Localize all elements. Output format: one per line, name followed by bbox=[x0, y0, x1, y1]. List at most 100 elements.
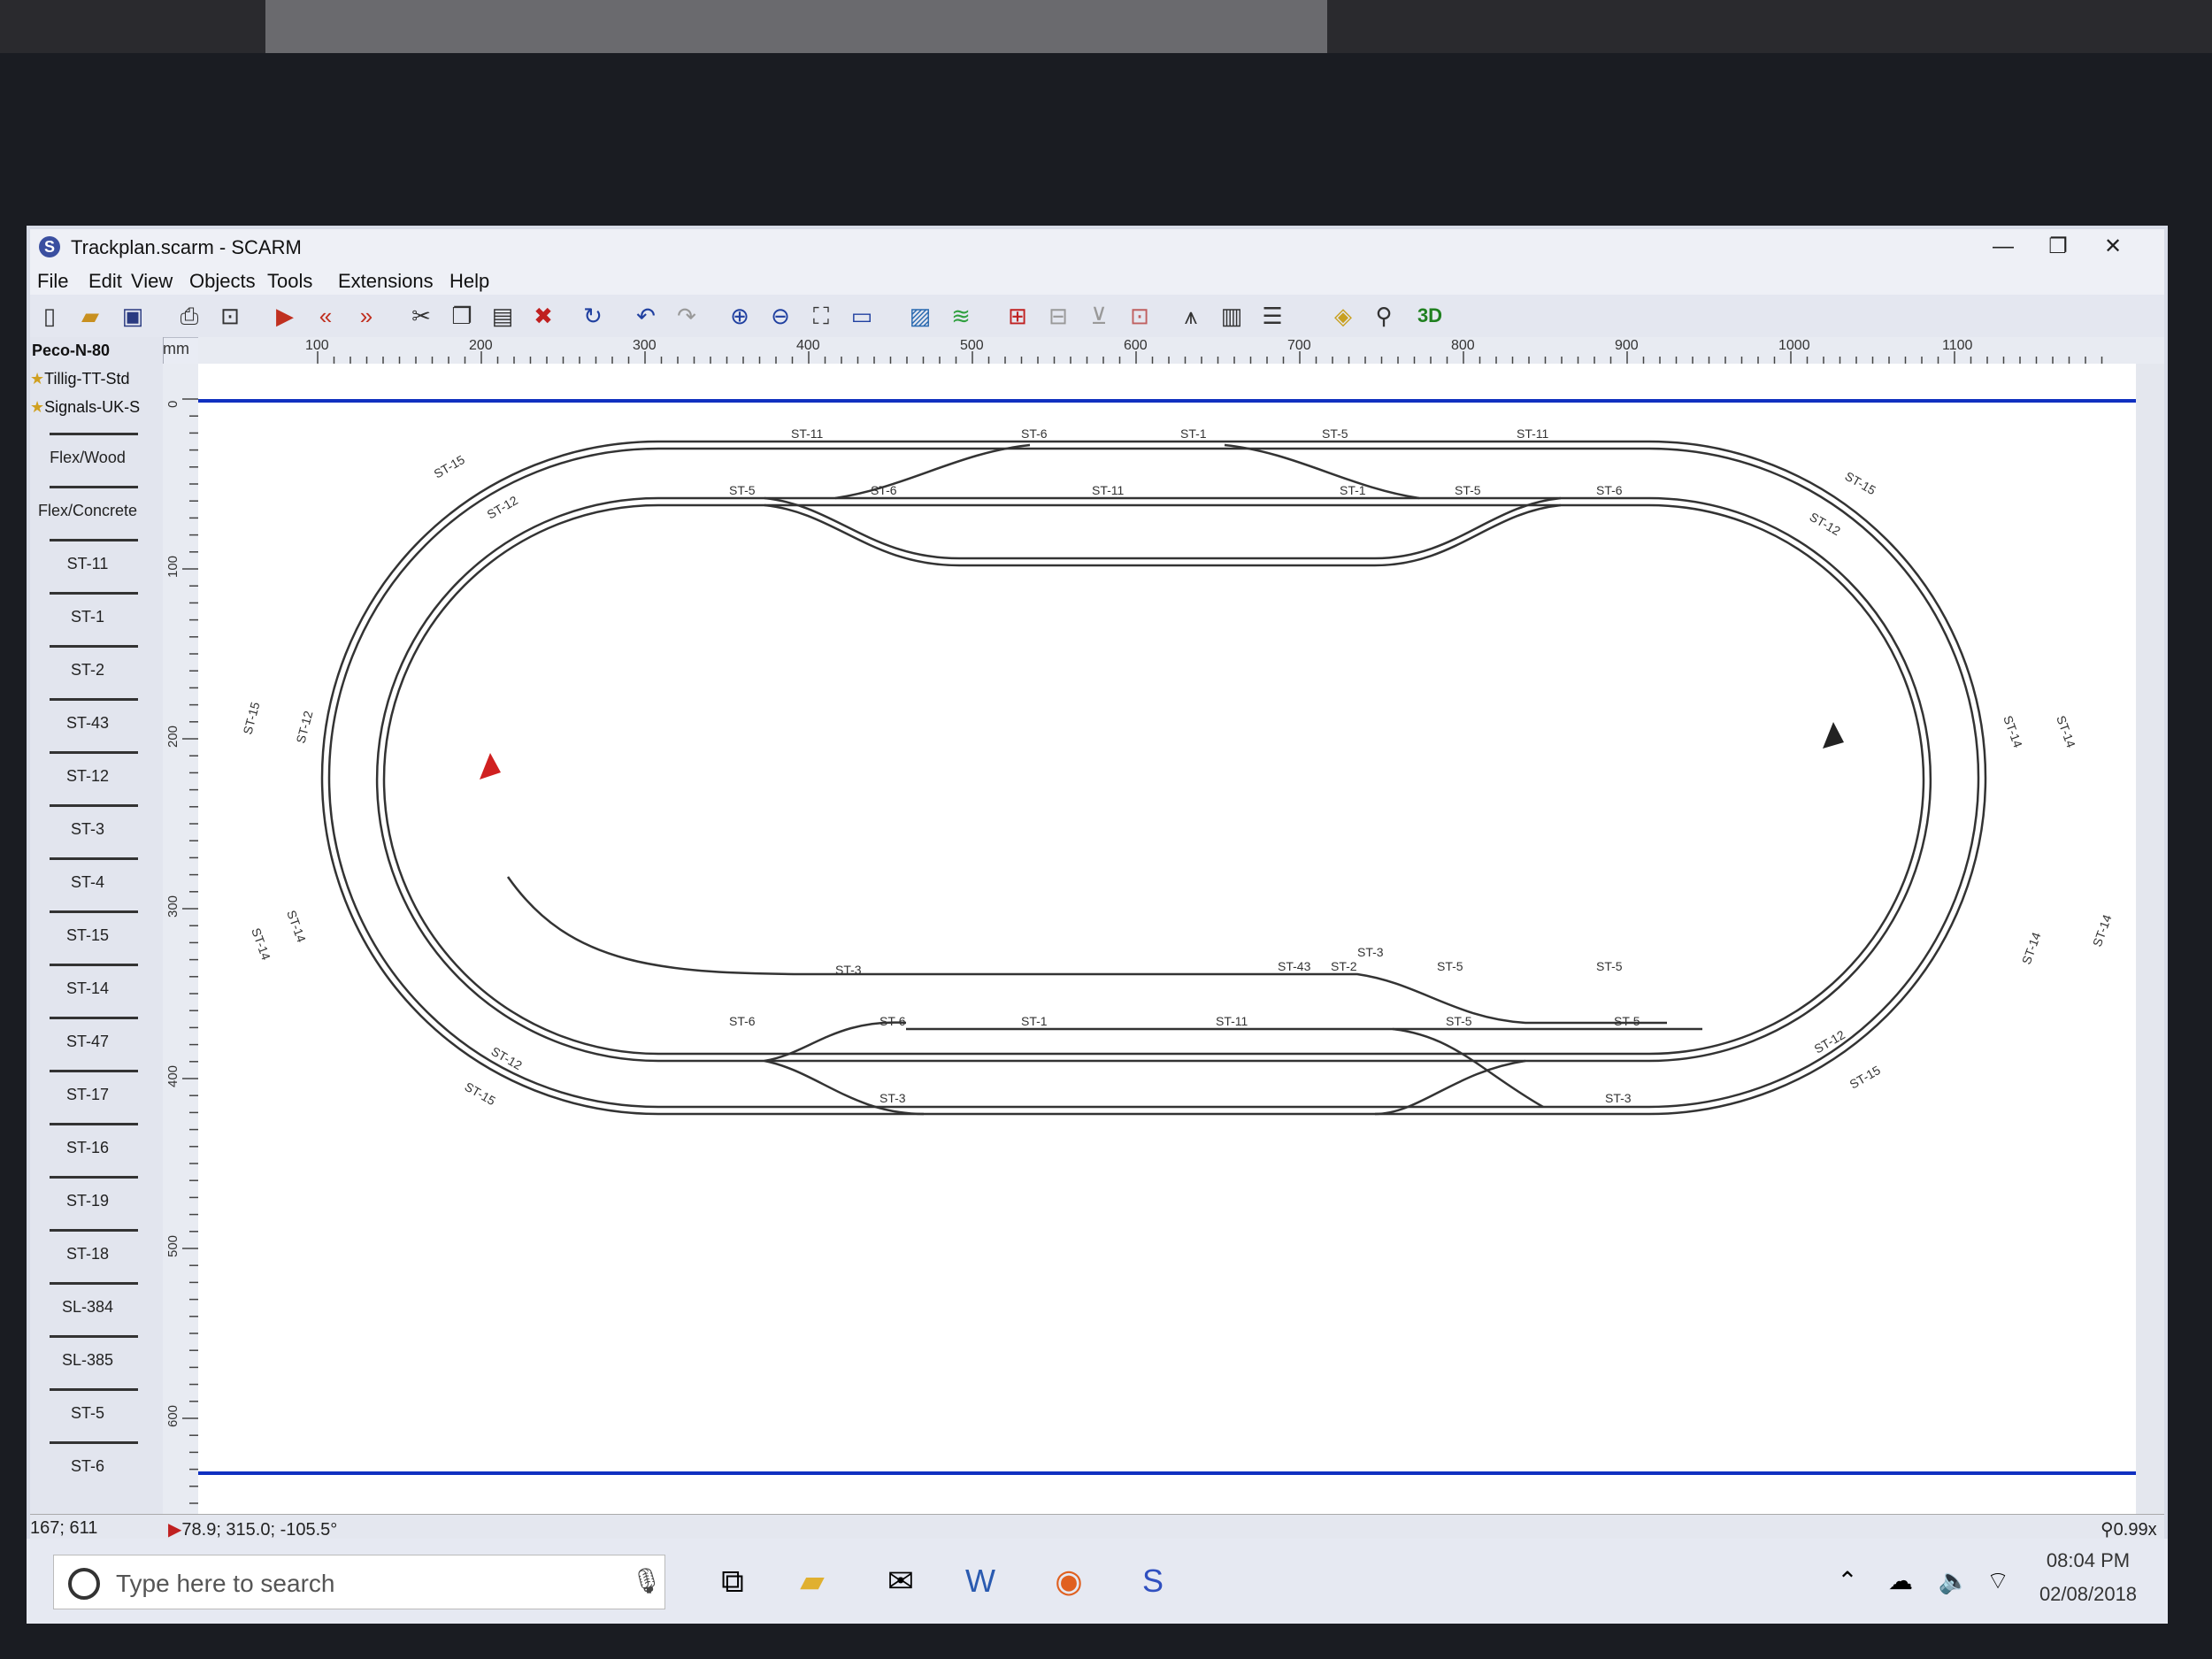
palette-item[interactable]: Flex/Wood bbox=[30, 426, 163, 475]
objects-library-icon[interactable]: ◈ bbox=[1329, 302, 1357, 330]
layers-icon[interactable]: ≋ bbox=[947, 302, 975, 330]
rewind-icon[interactable]: « bbox=[311, 302, 340, 330]
palette-item[interactable]: ST-1 bbox=[30, 585, 163, 634]
palette-item[interactable]: ST-2 bbox=[30, 638, 163, 687]
palette-item[interactable]: ST-11 bbox=[30, 532, 163, 581]
vertical-scrollbar[interactable] bbox=[2136, 364, 2164, 1514]
cut-icon[interactable]: ✂ bbox=[407, 302, 435, 330]
top-siding-track[interactable] bbox=[764, 503, 1562, 567]
taskbar-time[interactable]: 08:04 PM bbox=[2026, 1549, 2150, 1572]
menu-view[interactable]: View bbox=[131, 270, 173, 293]
track-label: ST-12 bbox=[485, 493, 521, 522]
top-crossover-track[interactable] bbox=[1224, 443, 1420, 500]
scarm-taskbar-icon[interactable]: S bbox=[1128, 1556, 1178, 1606]
minimize-button[interactable]: — bbox=[1977, 233, 2030, 261]
zoom-1-1-icon[interactable]: ▭ bbox=[848, 302, 876, 330]
palette-item[interactable]: ST-43 bbox=[30, 691, 163, 741]
print-preview-icon[interactable]: ⊡ bbox=[216, 302, 244, 330]
track-label: ST-12 bbox=[1808, 510, 1844, 539]
top-crossover-track[interactable] bbox=[834, 443, 1031, 500]
rotate-icon[interactable]: ↻ bbox=[579, 302, 607, 330]
mail-icon[interactable]: ✉ bbox=[876, 1556, 926, 1606]
bottom-siding-track[interactable] bbox=[764, 1021, 907, 1063]
outer-loop-track[interactable] bbox=[327, 447, 1980, 1109]
layout-canvas[interactable]: ST-11 ST-6 ST-1 ST-5 ST-11 ST-5 ST-6 ST-11 ST-1 S… bbox=[198, 364, 2136, 1514]
onedrive-icon[interactable]: ☁ bbox=[1876, 1556, 1925, 1606]
menu-tools[interactable]: Tools bbox=[267, 270, 312, 293]
fit-view-icon[interactable]: ⛶ bbox=[807, 302, 835, 330]
save-icon[interactable]: ▣ bbox=[119, 302, 147, 330]
track-label: ST-12 bbox=[489, 1044, 526, 1073]
taskbar-search[interactable]: Type here to search 🎙 bbox=[53, 1555, 665, 1609]
maximize-button[interactable]: ❐ bbox=[2032, 233, 2085, 261]
palette-item[interactable]: ST-5 bbox=[30, 1381, 163, 1431]
list-icon[interactable]: ☰ bbox=[1258, 302, 1286, 330]
open-folder-icon[interactable]: ▰ bbox=[76, 302, 104, 330]
palette-item[interactable]: ST-12 bbox=[30, 744, 163, 794]
measure-icon[interactable]: ⚲ bbox=[1370, 302, 1398, 330]
track-piece-icon bbox=[50, 486, 138, 495]
palette-item[interactable]: Flex/Concrete bbox=[30, 479, 163, 528]
zoom-out-icon[interactable]: ⊖ bbox=[766, 302, 795, 330]
favorite-library[interactable]: ★Tillig-TT-Std bbox=[30, 365, 163, 392]
print-icon[interactable]: ⎙ bbox=[175, 302, 204, 330]
track-label: ST-5 bbox=[1455, 483, 1481, 497]
word-icon[interactable]: W bbox=[956, 1556, 1005, 1606]
favorite-library[interactable]: ★Signals-UK-S bbox=[30, 394, 163, 420]
track-info-icon[interactable]: ⊡ bbox=[1125, 302, 1154, 330]
background-image-icon[interactable]: ▨ bbox=[906, 302, 934, 330]
taskbar-date[interactable]: 02/08/2018 bbox=[2026, 1583, 2150, 1606]
palette-item[interactable]: ST-17 bbox=[30, 1063, 163, 1112]
menu-file[interactable]: File bbox=[37, 270, 68, 293]
menu-extensions[interactable]: Extensions bbox=[338, 270, 434, 293]
paste-icon[interactable]: ▤ bbox=[488, 302, 517, 330]
microphone-icon[interactable]: 🎙 bbox=[631, 1566, 663, 1595]
firefox-icon[interactable]: ◉ bbox=[1044, 1556, 1094, 1606]
new-file-icon[interactable]: ▯ bbox=[35, 302, 64, 330]
play-icon[interactable]: ▶ bbox=[271, 302, 299, 330]
library-select[interactable]: Peco-N-80 bbox=[30, 337, 165, 364]
palette-item[interactable]: ST-4 bbox=[30, 850, 163, 900]
outer-loop-track[interactable] bbox=[320, 440, 1987, 1116]
network-icon[interactable]: ⌔ bbox=[1973, 1556, 2023, 1606]
palette-item[interactable]: ST-3 bbox=[30, 797, 163, 847]
track-end-icon[interactable]: ⊻ bbox=[1085, 302, 1113, 330]
task-view-icon[interactable]: ⧉ bbox=[708, 1556, 757, 1606]
bridge-icon[interactable]: ⩚ bbox=[1177, 302, 1205, 330]
close-button[interactable]: ✕ bbox=[2086, 233, 2139, 261]
copy-icon[interactable]: ❐ bbox=[448, 302, 476, 330]
palette-item[interactable]: ST-6 bbox=[30, 1434, 163, 1484]
menu-objects[interactable]: Objects bbox=[189, 270, 256, 293]
palette-item[interactable]: ST-15 bbox=[30, 903, 163, 953]
bottom-siding-track[interactable] bbox=[506, 876, 1667, 1025]
chevron-up-icon[interactable]: ⌃ bbox=[1823, 1556, 1872, 1606]
undo-icon[interactable]: ↶ bbox=[632, 302, 660, 330]
delete-icon[interactable]: ✖ bbox=[529, 302, 557, 330]
height-tool-icon[interactable]: ⊞ bbox=[1003, 302, 1032, 330]
inner-loop-track[interactable] bbox=[375, 496, 1932, 1063]
palette-item[interactable]: ST-19 bbox=[30, 1169, 163, 1218]
tunnel-icon[interactable]: ▥ bbox=[1217, 302, 1246, 330]
menu-edit[interactable]: Edit bbox=[88, 270, 122, 293]
palette-item[interactable]: ST-16 bbox=[30, 1116, 163, 1165]
palette-item[interactable]: SL-384 bbox=[30, 1275, 163, 1325]
file-explorer-icon[interactable]: ▰ bbox=[787, 1556, 837, 1606]
volume-icon[interactable]: 🔈 bbox=[1929, 1556, 1978, 1606]
track-label: ST-14 bbox=[2001, 714, 2025, 750]
train-marker-dark[interactable] bbox=[1823, 722, 1844, 749]
inner-loop-track[interactable] bbox=[382, 503, 1925, 1056]
top-siding-track[interactable] bbox=[764, 496, 1562, 560]
palette-item[interactable]: ST-18 bbox=[30, 1222, 163, 1271]
palette-item[interactable]: ST-14 bbox=[30, 956, 163, 1006]
3d-view-button[interactable]: 3D bbox=[1416, 302, 1444, 330]
bottom-siding-track[interactable] bbox=[1392, 1027, 1544, 1109]
palette-item[interactable]: SL-385 bbox=[30, 1328, 163, 1378]
palette-item[interactable]: ST-47 bbox=[30, 1010, 163, 1059]
fast-forward-icon[interactable]: » bbox=[352, 302, 380, 330]
zoom-in-icon[interactable]: ⊕ bbox=[726, 302, 754, 330]
redo-icon[interactable]: ↷ bbox=[672, 302, 701, 330]
menu-help[interactable]: Help bbox=[449, 270, 489, 293]
flex-track-icon[interactable]: ⊟ bbox=[1044, 302, 1072, 330]
train-marker-red[interactable] bbox=[480, 753, 501, 780]
ruler-tick-label: 300 bbox=[165, 895, 180, 918]
